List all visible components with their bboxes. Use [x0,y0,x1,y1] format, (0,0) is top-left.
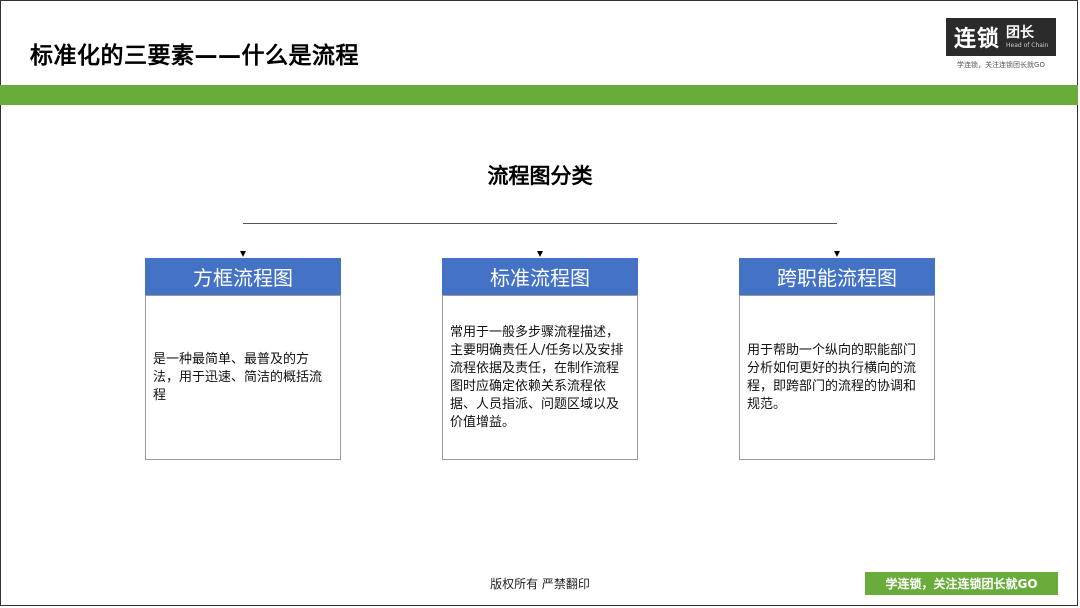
green-divider-band [0,85,1078,105]
logo-main-text: 连锁 [954,27,1001,52]
logo-tagline: 学连锁，关注连锁团长就GO [957,61,1045,69]
connector-line [243,223,837,224]
down-arrow-icon [537,251,543,257]
logo-side-group: 团长 Head of Chain [1006,26,1048,49]
card-title-cross-functional-flowchart: 跨职能流程图 [739,258,935,295]
footer-slogan-badge: 学连锁，关注连锁团长就GO [865,572,1058,595]
logo-side-text: 团长 [1006,24,1035,41]
card-description: 常用于一般多步骤流程描述，主要明确责任人/任务以及安排流程依据及责任，在制作流程… [450,324,624,430]
card-title-standard-flowchart: 标准流程图 [442,258,638,295]
card-title: 跨职能流程图 [777,266,897,290]
slide-title: 标准化的三要素——什么是流程 [30,43,359,69]
down-arrow-icon [240,251,246,257]
down-arrow-icon [834,251,840,257]
card-body-cross-functional-flowchart: 用于帮助一个纵向的职能部门分析如何更好的执行横向的流程，即跨部门的流程的协调和规… [739,295,935,460]
footer-slogan-text: 学连锁，关注连锁团长就GO [885,577,1038,591]
logo-side-small: Head of Chain [1006,41,1049,49]
card-title: 标准流程图 [490,266,590,290]
card-title-box-flowchart: 方框流程图 [145,258,341,295]
card-description: 是一种最简单、最普及的方法，用于迅速、简洁的概括流程 [153,351,323,403]
section-heading: 流程图分类 [487,164,593,188]
card-body-box-flowchart: 是一种最简单、最普及的方法，用于迅速、简洁的概括流程 [145,295,341,460]
card-title: 方框流程图 [193,266,293,290]
card-body-standard-flowchart: 常用于一般多步骤流程描述，主要明确责任人/任务以及安排流程依据及责任，在制作流程… [442,295,638,460]
card-description: 用于帮助一个纵向的职能部门分析如何更好的执行横向的流程，即跨部门的流程的协调和规… [747,342,917,412]
brand-logo: 连锁 团长 Head of Chain [946,18,1056,56]
